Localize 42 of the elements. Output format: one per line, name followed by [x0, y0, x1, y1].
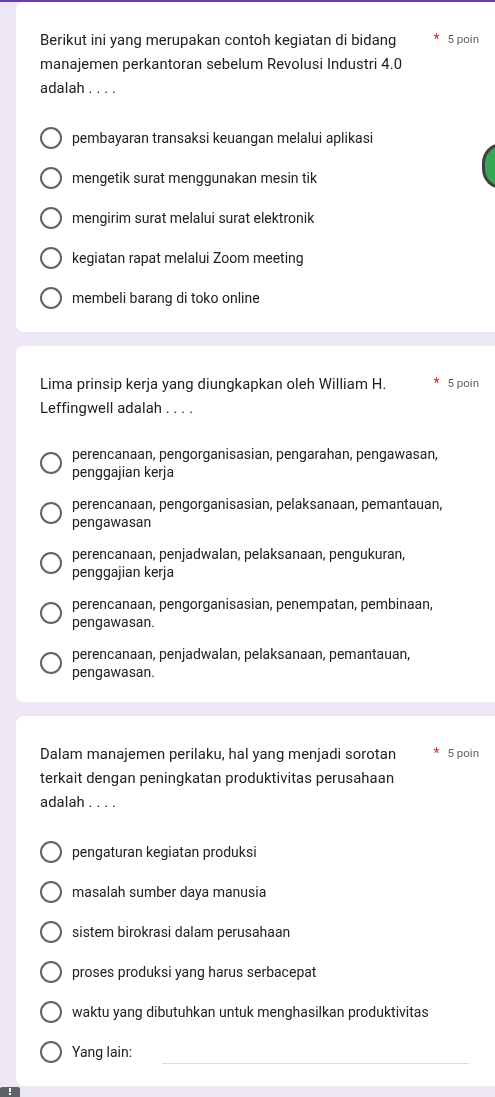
option-label: kegiatan rapat melalui Zoom meeting [72, 249, 305, 268]
required-mark: * [433, 375, 440, 391]
required-mark: * [433, 745, 440, 761]
radio-button[interactable] [40, 652, 62, 674]
radio-button[interactable] [40, 841, 62, 863]
option-label: mengirim surat melalui surat elektronik [72, 209, 316, 228]
alert-icon[interactable] [0, 1087, 20, 1097]
radio-button[interactable] [40, 602, 62, 624]
option-label: pengaturan kegiatan produksi [72, 843, 258, 862]
option-label: Yang lain: [72, 1043, 134, 1062]
radio-button[interactable] [40, 1041, 62, 1063]
points-label: 5 poin [447, 375, 479, 390]
option-label: pembayaran transaksi keuangan melalui aplikasi [72, 129, 375, 148]
question-title: Dalam manajemen perilaku, hal yang menjadi sorotan terkait dengan peningkatan produktivitas perusahaan adalah . . . . [40, 744, 398, 813]
option-label: perencanaan, pengorganisasian, penempatan, pembinaan, pengawasan. [72, 595, 434, 632]
option-label: waktu yang dibutuhkan untuk menghasilkan produktivitas [72, 1003, 430, 1022]
option-label: perencanaan, penjadwalan, pelaksanaan, pengukuran, penggajian kerja [72, 545, 407, 582]
radio-button[interactable] [40, 881, 62, 903]
radio-button[interactable] [40, 1001, 62, 1023]
required-mark: * [433, 31, 440, 47]
question-title: Lima prinsip kerja yang diungkapkan oleh William H. Leffingwell adalah . . . . [40, 374, 388, 419]
radio-button[interactable] [40, 167, 62, 189]
radio-button[interactable] [40, 502, 62, 524]
option-label: proses produksi yang harus serbacepat [72, 963, 318, 982]
radio-button[interactable] [40, 552, 62, 574]
option-label: sistem birokrasi dalam perusahaan [72, 923, 292, 942]
radio-button[interactable] [40, 127, 62, 149]
option-label: perencanaan, pengorganisasian, pengarahan, pengawasan, penggajian kerja [72, 445, 439, 482]
question-title: Berikut ini yang merupakan contoh kegiatan di bidang manajemen perkantoran sebelum Revolusi Industri 4.0 adalah . . . . [40, 30, 404, 99]
option-label: membeli barang di toko online [72, 289, 261, 308]
radio-button[interactable] [40, 287, 62, 309]
radio-button[interactable] [40, 961, 62, 983]
radio-button[interactable] [40, 921, 62, 943]
points-label: 5 poin [447, 31, 479, 46]
radio-button[interactable] [40, 452, 62, 474]
radio-button[interactable] [40, 247, 62, 269]
option-label: masalah sumber daya manusia [72, 883, 268, 902]
option-label: mengetik surat menggunakan mesin tik [72, 169, 319, 188]
option-label: perencanaan, pengorganisasian, pelaksanaan, pemantauan, pengawasan [72, 495, 444, 532]
radio-button[interactable] [40, 207, 62, 229]
option-label: perencanaan, penjadwalan, pelaksanaan, pemantauan, pengawasan. [72, 645, 411, 682]
points-label: 5 poin [447, 745, 479, 760]
